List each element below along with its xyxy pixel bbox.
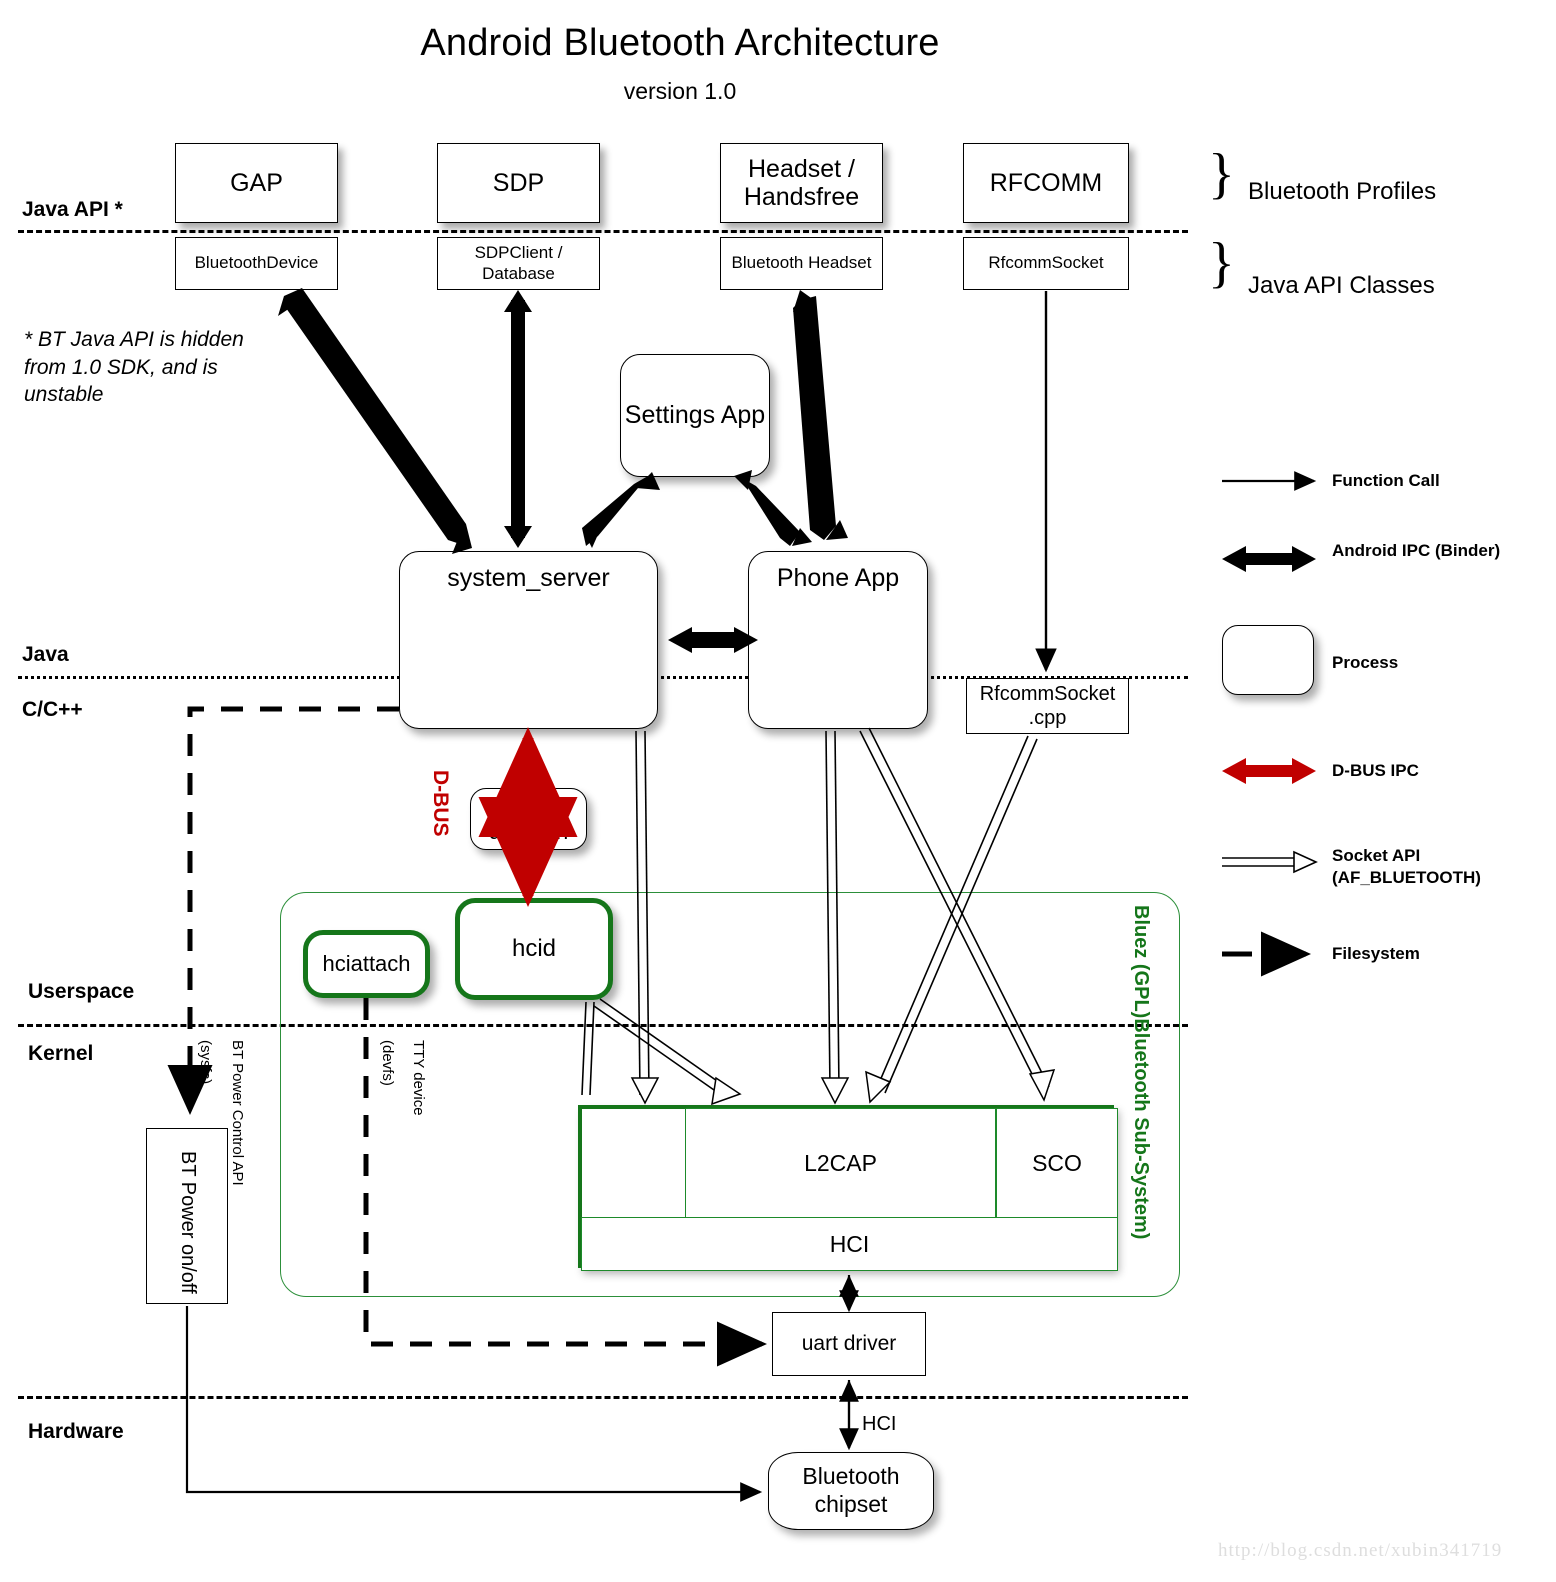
stack-cell-l2cap[interactable]: L2CAP bbox=[685, 1108, 996, 1218]
profile-box-sdp[interactable]: SDP bbox=[437, 143, 600, 223]
hardware-connectors bbox=[185, 1274, 859, 1502]
devfs-label: (devfs) bbox=[379, 1040, 396, 1086]
layer-label-userspace: Userspace bbox=[28, 980, 135, 1003]
process-system-server[interactable]: system_server bbox=[399, 551, 658, 729]
profile-box-rfcomm[interactable]: RFCOMM bbox=[963, 143, 1129, 223]
dbus-label: D-BUS bbox=[429, 770, 452, 837]
api-class-box-bluetoothdevice[interactable]: BluetoothDevice bbox=[175, 237, 338, 290]
legend-rounded-box-icon bbox=[1222, 625, 1314, 695]
footnote-text: * BT Java API is hidden from 1.0 SDK, an… bbox=[24, 328, 244, 407]
divider-java-api bbox=[18, 230, 1188, 233]
hardware-bluetooth-chipset[interactable]: Bluetooth chipset bbox=[768, 1452, 934, 1530]
red-arrow-icon bbox=[1222, 758, 1316, 784]
layer-label-kernel: Kernel bbox=[28, 1042, 94, 1065]
legend-label-dbus-ipc: D-BUS IPC bbox=[1332, 761, 1419, 780]
hci-link-label: HCI bbox=[862, 1413, 897, 1435]
hollow-arrow-icon bbox=[1222, 850, 1318, 874]
legend-label-socket-api: Socket API (AF_BLUETOOTH) bbox=[1332, 846, 1481, 888]
brace-label-profiles: Bluetooth Profiles bbox=[1248, 178, 1437, 205]
divider-kernel-hardware bbox=[18, 1396, 1188, 1399]
legend-label-android-ipc: Android IPC (Binder) bbox=[1332, 541, 1501, 560]
brace-label-api-classes: Java API Classes bbox=[1248, 272, 1435, 299]
process-settings-app[interactable]: Settings App bbox=[620, 354, 770, 477]
brace-api-classes-icon: } bbox=[1208, 232, 1235, 294]
layer-label-java-api: Java API * bbox=[22, 198, 123, 221]
kernel-box-bt-power[interactable]: BT Power on/off bbox=[146, 1128, 228, 1304]
profile-box-headset[interactable]: Headset / Handsfree bbox=[720, 143, 883, 223]
tty-device-label: TTY device bbox=[410, 1040, 427, 1116]
profile-box-gap[interactable]: GAP bbox=[175, 143, 338, 223]
layer-label-java: Java bbox=[22, 643, 69, 666]
api-class-box-sdpclient[interactable]: SDPClient / Database bbox=[437, 237, 600, 290]
process-dbus-daemon[interactable]: dbus-daemon bbox=[470, 788, 587, 850]
process-hcid[interactable]: hcid bbox=[455, 898, 613, 1000]
legend-label-function-call: Function Call bbox=[1332, 471, 1440, 490]
page-title: Android Bluetooth Architecture bbox=[420, 22, 940, 64]
native-box-rfcommsocket-cpp[interactable]: RfcommSocket .cpp bbox=[966, 678, 1129, 734]
bt-power-control-api-label: BT Power Control API bbox=[229, 1040, 246, 1186]
stack-cell-sco[interactable]: SCO bbox=[996, 1108, 1118, 1218]
api-class-box-rfcommsocket[interactable]: RfcommSocket bbox=[963, 237, 1129, 290]
bluez-kernel-stack: RFCOMM SCO L2CAP HCI bbox=[578, 1105, 1118, 1271]
layer-label-cpp: C/C++ bbox=[22, 698, 83, 721]
sysfs-label: (sysfs) bbox=[197, 1040, 214, 1085]
stack-cell-hci[interactable]: HCI bbox=[581, 1217, 1118, 1271]
bt-power-label: BT Power on/off bbox=[177, 1151, 199, 1294]
watermark-text: http://blog.csdn.net/xubin341719 bbox=[1218, 1540, 1503, 1561]
api-class-box-bluetoothheadset[interactable]: Bluetooth Headset bbox=[720, 237, 883, 290]
process-phone-app[interactable]: Phone App bbox=[748, 551, 928, 729]
process-hciattach[interactable]: hciattach bbox=[303, 930, 430, 998]
thick-arrow-icon bbox=[1222, 546, 1316, 572]
bluez-area-label: Bluez (GPL)Bluetooth Sub-System) bbox=[1130, 905, 1152, 1240]
legend-label-filesystem: Filesystem bbox=[1332, 944, 1420, 963]
diagram-canvas: Android Bluetooth Architecture version 1… bbox=[0, 0, 1556, 1582]
kernel-box-uart-driver[interactable]: uart driver bbox=[772, 1312, 926, 1376]
legend-icons bbox=[1222, 471, 1318, 977]
legend-label-process: Process bbox=[1332, 653, 1399, 672]
page-subtitle: version 1.0 bbox=[623, 78, 737, 104]
layer-label-hardware: Hardware bbox=[28, 1420, 124, 1443]
brace-profiles-icon: } bbox=[1208, 143, 1235, 205]
